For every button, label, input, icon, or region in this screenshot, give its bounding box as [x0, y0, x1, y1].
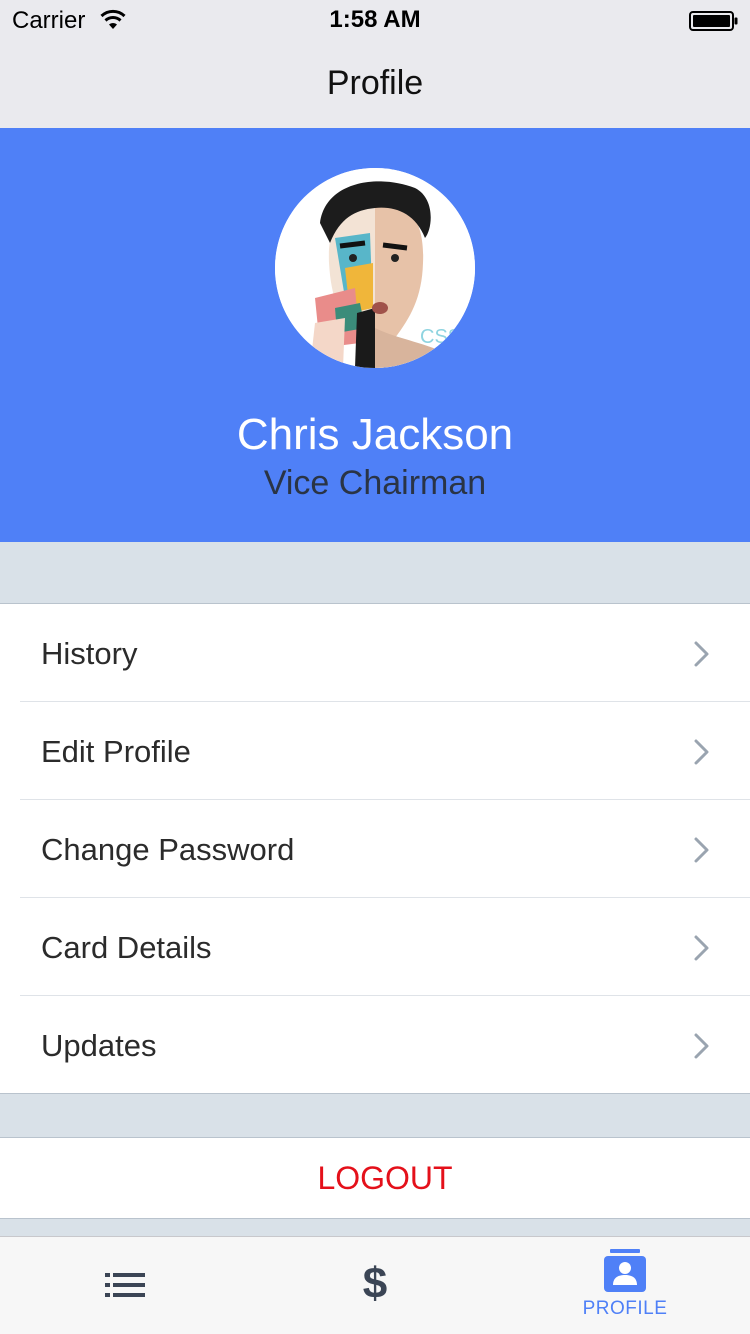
status-bar: Carrier 1:58 AM — [0, 0, 750, 40]
tab-payments[interactable]: $ — [250, 1237, 500, 1334]
clock: 1:58 AM — [329, 6, 421, 33]
top-bar: Carrier 1:58 AM Profile — [0, 0, 750, 128]
menu-item-label: Card Details — [41, 930, 212, 965]
tab-list[interactable] — [0, 1237, 250, 1334]
profile-menu-list: History Edit Profile Change Password Car… — [0, 603, 750, 1094]
logout-label: LOGOUT — [317, 1160, 453, 1196]
avatar-photo: CSS — [275, 168, 475, 368]
chevron-right-icon — [694, 1033, 709, 1059]
menu-item-history[interactable]: History — [0, 604, 750, 702]
list-icon — [105, 1273, 145, 1297]
battery-icon — [689, 11, 738, 31]
menu-item-updates[interactable]: Updates — [0, 996, 750, 1094]
svg-text:CSS: CSS — [420, 326, 461, 348]
profile-name: Chris Jackson — [236, 410, 514, 459]
menu-item-label: History — [41, 636, 138, 671]
tab-profile[interactable]: PROFILE — [500, 1237, 750, 1334]
profile-header: CSS Chris Jackson Vice Chairman — [0, 128, 750, 542]
chevron-right-icon — [694, 739, 709, 765]
profile-role: Vice Chairman — [263, 464, 487, 502]
page-title: Profile — [326, 64, 424, 102]
dollar-icon: $ — [362, 1259, 388, 1308]
profile-screen: Carrier 1:58 AM Profile CSS Chris Jackso… — [0, 0, 750, 1334]
logout-button[interactable]: LOGOUT — [0, 1137, 750, 1219]
menu-item-card-details[interactable]: Card Details — [0, 898, 750, 996]
chevron-right-icon — [694, 837, 709, 863]
chevron-right-icon — [694, 641, 709, 667]
menu-item-label: Edit Profile — [41, 734, 191, 769]
avatar[interactable]: CSS — [275, 168, 475, 368]
menu-item-label: Updates — [41, 1028, 157, 1063]
tab-label-profile: PROFILE — [582, 1298, 668, 1319]
menu-item-label: Change Password — [41, 832, 295, 867]
menu-item-change-password[interactable]: Change Password — [0, 800, 750, 898]
menu-item-edit-profile[interactable]: Edit Profile — [0, 702, 750, 800]
chevron-right-icon — [694, 935, 709, 961]
tab-bar: $ PROFILE — [0, 1236, 750, 1334]
profile-card-icon — [604, 1249, 646, 1292]
